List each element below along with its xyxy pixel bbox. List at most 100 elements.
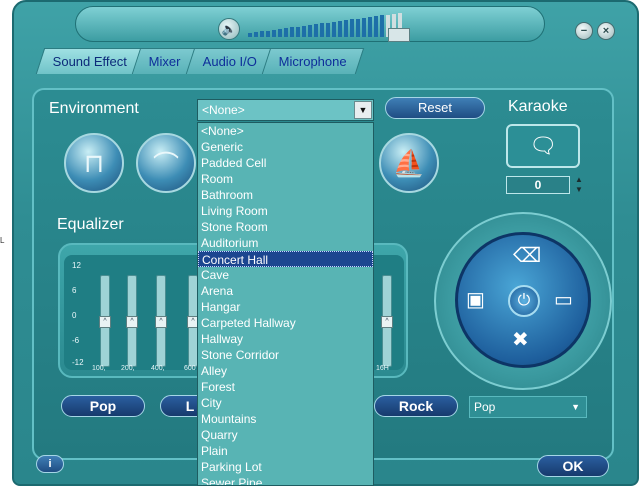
eq-preset-select[interactable]: Pop ▼ [469,396,587,418]
eq-band-label: 16H [376,365,389,372]
volume-bar-segment [368,17,372,37]
chevron-down-icon: ▼ [571,402,580,412]
speaker-icon[interactable]: 🔈 [218,18,240,40]
eq-band-label: 200, [121,365,135,372]
preset-pop-button[interactable]: Pop [61,395,145,417]
background-text-fragment: L [0,236,5,245]
volume-bar-segment [338,21,342,37]
environment-option[interactable]: <None> [198,123,373,139]
master-volume-thumb[interactable] [388,28,410,42]
eq-scale-label: 0 [72,311,77,320]
volume-bar-segment [314,24,318,37]
eq-band-label: 400, [151,365,165,372]
environment-select[interactable]: <None> ▼ [197,99,374,121]
volume-bar-segment [326,22,330,37]
eq-band-slider[interactable]: ^ [155,275,167,367]
volume-bar-segment [380,15,384,37]
environment-label: Environment [49,100,139,117]
eq-slider-thumb[interactable]: ^ [126,316,138,328]
environment-option[interactable]: Living Room [198,203,373,219]
environment-option[interactable]: Padded Cell [198,155,373,171]
headphones-icon[interactable]: ⊓ [64,133,124,193]
ok-button[interactable]: OK [537,455,609,477]
volume-bar-segment [344,20,348,37]
environment-option[interactable]: Sewer Pipe [198,475,373,485]
environment-option[interactable]: Room [198,171,373,187]
eq-slider-thumb[interactable]: ^ [99,316,111,328]
eq-band-slider[interactable]: ^ [126,275,138,367]
environment-option[interactable]: Concert Hall [198,251,373,267]
close-button[interactable]: × [597,22,615,40]
environment-option[interactable]: City [198,395,373,411]
volume-bar-segment [350,19,354,37]
eq-scale-label: 6 [72,286,77,295]
volume-bar-segment [284,28,288,37]
environment-select-value: <None> [202,103,245,117]
environment-option[interactable]: Generic [198,139,373,155]
volume-bar-segment [272,29,276,37]
environment-option[interactable]: Stone Corridor [198,347,373,363]
karaoke-panel: Karaoke 🗨 0 ▲ ▼ [502,96,590,200]
master-volume-slider[interactable] [248,13,403,43]
environment-option[interactable]: Hallway [198,331,373,347]
volume-bar-segment [332,21,336,37]
environment-dropdown-list: <None> Generic Padded Cell Room Bathroom Livi… [197,122,374,486]
volume-bar-segment [296,26,300,37]
volume-bar-segment [266,30,270,37]
environment-option[interactable]: Alley [198,363,373,379]
environment-option[interactable]: Quarry [198,427,373,443]
control-dial: ⌫ ▣ ▭ ✖ ⏻ [455,232,591,368]
environment-option[interactable]: Cave [198,267,373,283]
info-button[interactable]: i [36,455,64,473]
equalizer-label: Equalizer [57,216,124,233]
eq-band-slider[interactable]: ^ [99,275,111,367]
karaoke-value[interactable]: 0 [506,176,570,194]
environment-option[interactable]: Auditorium [198,235,373,251]
opera-house-icon[interactable]: ⛵ [379,133,439,193]
volume-bar-segment [278,29,282,37]
karaoke-label: Karaoke [508,98,568,115]
volume-bar-segment [308,25,312,37]
tab-audio-io[interactable]: Audio I/O [185,48,275,74]
preset-rock-button[interactable]: Rock [374,395,458,417]
volume-bar-segment [362,17,366,37]
eq-slider-thumb[interactable]: ^ [381,316,393,328]
environment-option[interactable]: Forest [198,379,373,395]
delete-icon[interactable]: ✖ [512,327,529,352]
environment-option[interactable]: Plain [198,443,373,459]
minimize-button[interactable]: − [575,22,593,40]
eq-band-label: 100, [92,365,106,372]
eq-scale-label: -6 [72,336,80,345]
environment-option[interactable]: Carpeted Hallway [198,315,373,331]
eq-band-slider[interactable]: ^ [381,275,393,367]
volume-bar-segment [320,23,324,37]
eraser-icon[interactable]: ⌫ [513,243,541,268]
tab-bar: Sound Effect Mixer Audio I/O Microphone [35,48,365,74]
eq-preset-value: Pop [474,400,496,414]
volume-bar-segment [374,16,378,37]
tab-sound-effect[interactable]: Sound Effect [35,48,145,74]
environment-option[interactable]: Mountains [198,411,373,427]
volume-bar-segment [260,31,264,37]
tab-microphone[interactable]: Microphone [261,48,365,74]
karaoke-up-icon[interactable]: ▲ [574,175,584,184]
chevron-down-icon[interactable]: ▼ [354,101,372,119]
volume-bar-segment [302,25,306,37]
environment-option[interactable]: Bathroom [198,187,373,203]
eq-slider-thumb[interactable]: ^ [155,316,167,328]
karaoke-singer-icon[interactable]: 🗨 [506,124,580,168]
shower-icon[interactable]: ⌒ [136,133,196,193]
environment-option[interactable]: Arena [198,283,373,299]
reset-button[interactable]: Reset [385,97,485,119]
power-icon[interactable]: ⏻ [508,285,540,317]
volume-bar-segment [356,18,360,37]
save-icon[interactable]: ▣ [466,287,485,312]
karaoke-down-icon[interactable]: ▼ [574,185,584,194]
eq-scale-label: -12 [72,358,84,367]
eq-band-label: 600 [184,365,196,372]
environment-option[interactable]: Parking Lot [198,459,373,475]
environment-option[interactable]: Hangar [198,299,373,315]
environment-option[interactable]: Stone Room [198,219,373,235]
eq-scale-label: 12 [72,261,81,270]
folder-icon[interactable]: ▭ [554,287,573,312]
